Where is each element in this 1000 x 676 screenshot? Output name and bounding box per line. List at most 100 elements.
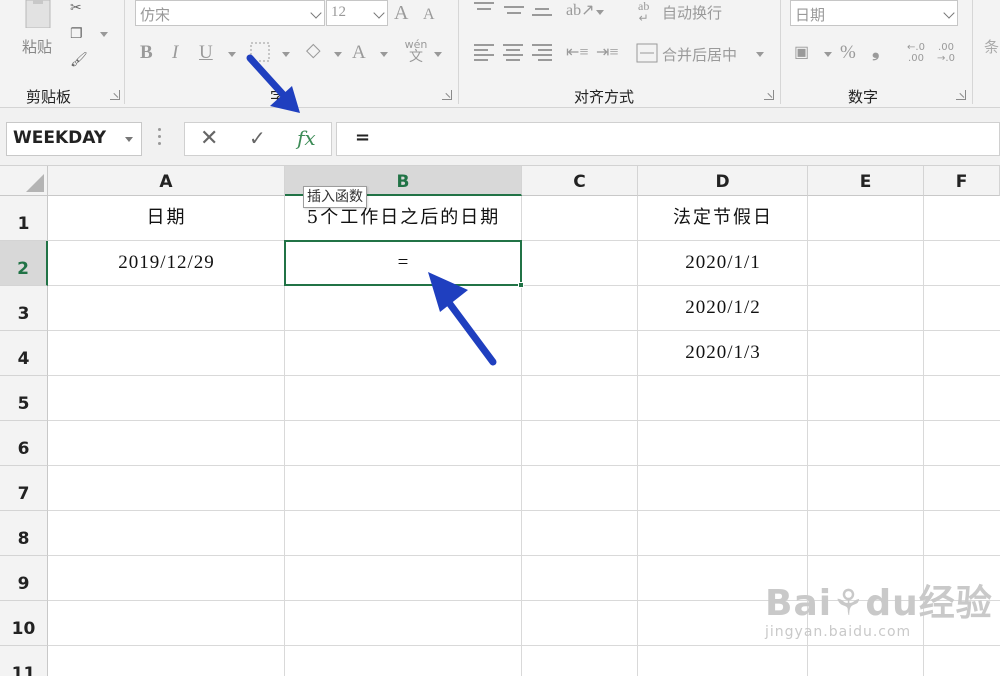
- watermark: Bai⚘du经验 jingyan.baidu.com: [765, 574, 993, 640]
- row-header-2[interactable]: 2: [0, 241, 48, 286]
- row-header-4[interactable]: 4: [0, 331, 48, 376]
- comma-button[interactable]: ❟: [872, 40, 879, 62]
- column-header-f[interactable]: F: [924, 166, 1000, 196]
- font-group-label: 字: [270, 88, 286, 106]
- accounting-format-icon[interactable]: ▣: [794, 42, 809, 64]
- group-divider: [972, 0, 973, 104]
- copy-dropdown-caret[interactable]: [100, 32, 108, 37]
- chevron-down-icon: [310, 7, 322, 19]
- align-top-icon[interactable]: [474, 0, 494, 16]
- wrap-text-button[interactable]: 自动换行: [662, 2, 722, 23]
- column-header-a[interactable]: A: [48, 166, 285, 196]
- align-bottom-icon[interactable]: [532, 0, 552, 16]
- percent-button[interactable]: %: [840, 42, 856, 64]
- merge-center-icon[interactable]: [636, 43, 658, 63]
- increase-decimal-bottom-text: .00: [908, 53, 924, 64]
- gridline-horizontal: [48, 465, 1000, 466]
- name-box[interactable]: WEEKDAY: [6, 122, 142, 156]
- alignment-launcher-icon[interactable]: [764, 90, 774, 100]
- align-right-icon[interactable]: [532, 44, 552, 61]
- number-launcher-icon[interactable]: [956, 90, 966, 100]
- row-header-10[interactable]: 10: [0, 601, 48, 646]
- row-header-9[interactable]: 9: [0, 556, 48, 601]
- grow-font-button[interactable]: A: [394, 2, 408, 24]
- number-format-combo[interactable]: 日期: [790, 0, 958, 26]
- styles-group-partial[interactable]: 条: [984, 36, 999, 57]
- increase-decimal-icon[interactable]: ←.0 .00: [904, 42, 928, 64]
- cell-d1[interactable]: 法定节假日: [638, 196, 808, 241]
- formula-bar: WEEKDAY ✕ ✓ fx =: [0, 108, 1000, 166]
- increase-indent-icon[interactable]: ⇥≡: [596, 42, 618, 64]
- decrease-decimal-bottom-text: →.0: [937, 53, 955, 64]
- font-size-combo[interactable]: 12: [326, 0, 388, 26]
- column-header-d[interactable]: D: [638, 166, 808, 196]
- row-header-6[interactable]: 6: [0, 421, 48, 466]
- font-size-value: 12: [331, 4, 346, 20]
- wrap-text-icon[interactable]: ab ↵: [638, 0, 649, 24]
- bold-button[interactable]: B: [140, 42, 153, 64]
- font-color-dropdown-caret[interactable]: [380, 52, 388, 57]
- align-middle-icon[interactable]: [504, 0, 524, 16]
- gridline-horizontal: [48, 375, 1000, 376]
- copy-icon[interactable]: ❐: [70, 26, 83, 42]
- row-header-1[interactable]: 1: [0, 196, 48, 241]
- font-launcher-icon[interactable]: [442, 90, 452, 100]
- accounting-dropdown-caret[interactable]: [824, 52, 832, 57]
- phonetic-guide-icon[interactable]: wén 文: [404, 38, 428, 64]
- chevron-down-icon[interactable]: [125, 137, 133, 142]
- select-all-corner[interactable]: [0, 166, 48, 196]
- row-header-5[interactable]: 5: [0, 376, 48, 421]
- ribbon: 粘贴 ✂ ❐ 🖌 剪贴板 仿宋 12 A A B I U ◇ A wén 文 字…: [0, 0, 1000, 108]
- fill-color-icon[interactable]: ◇: [306, 40, 321, 62]
- column-header-e[interactable]: E: [808, 166, 924, 196]
- phonetic-dropdown-caret[interactable]: [434, 52, 442, 57]
- group-divider: [124, 0, 125, 104]
- cell-d3[interactable]: 2020/1/2: [638, 286, 808, 331]
- cell-d4[interactable]: 2020/1/3: [638, 331, 808, 376]
- column-header-c[interactable]: C: [522, 166, 638, 196]
- gridline-horizontal: [48, 510, 1000, 511]
- cell-a1[interactable]: 日期: [48, 196, 285, 241]
- insert-function-icon[interactable]: fx: [297, 126, 316, 150]
- italic-button[interactable]: I: [172, 42, 178, 64]
- underline-dropdown-caret[interactable]: [228, 52, 236, 57]
- align-center-icon[interactable]: [503, 44, 523, 61]
- row-header-8[interactable]: 8: [0, 511, 48, 556]
- font-name-value: 仿宋: [140, 8, 171, 24]
- cell-d2[interactable]: 2020/1/1: [638, 241, 808, 286]
- underline-button[interactable]: U: [199, 42, 213, 64]
- cell-a2[interactable]: 2019/12/29: [48, 241, 285, 286]
- row-header-3[interactable]: 3: [0, 286, 48, 331]
- watermark-url: jingyan.baidu.com: [765, 624, 912, 640]
- font-color-button[interactable]: A: [352, 42, 366, 64]
- orientation-icon[interactable]: ab↗: [566, 0, 595, 22]
- chevron-down-icon: [373, 7, 385, 19]
- cell-b2[interactable]: =: [285, 241, 522, 286]
- row-header-7[interactable]: 7: [0, 466, 48, 511]
- row-header-11[interactable]: 11: [0, 646, 48, 676]
- clipboard-launcher-icon[interactable]: [110, 90, 120, 100]
- orientation-dropdown-caret[interactable]: [596, 10, 604, 15]
- shrink-font-button[interactable]: A: [423, 4, 435, 26]
- align-left-icon[interactable]: [474, 44, 494, 61]
- borders-icon[interactable]: [250, 42, 270, 62]
- gridline-horizontal: [48, 330, 1000, 331]
- formula-input[interactable]: =: [336, 122, 1000, 156]
- formula-bar-resize-icon[interactable]: [158, 128, 161, 146]
- gridline-horizontal: [48, 645, 1000, 646]
- decrease-indent-icon[interactable]: ⇤≡: [566, 42, 588, 64]
- enter-icon[interactable]: ✓: [249, 126, 266, 150]
- font-name-combo[interactable]: 仿宋: [135, 0, 325, 26]
- cut-icon[interactable]: ✂: [70, 0, 82, 16]
- alignment-group-label: 对齐方式: [574, 88, 635, 106]
- paste-button-label[interactable]: 粘贴: [22, 36, 52, 57]
- format-painter-icon[interactable]: 🖌: [70, 52, 88, 68]
- merge-dropdown-caret[interactable]: [756, 52, 764, 57]
- decrease-decimal-icon[interactable]: .00 →.0: [934, 42, 958, 64]
- paste-icon[interactable]: [22, 0, 54, 28]
- fill-color-dropdown-caret[interactable]: [334, 52, 342, 57]
- cancel-icon[interactable]: ✕: [200, 127, 218, 151]
- borders-dropdown-caret[interactable]: [282, 52, 290, 57]
- gridline-horizontal: [48, 555, 1000, 556]
- merge-center-button[interactable]: 合并后居中: [662, 44, 737, 65]
